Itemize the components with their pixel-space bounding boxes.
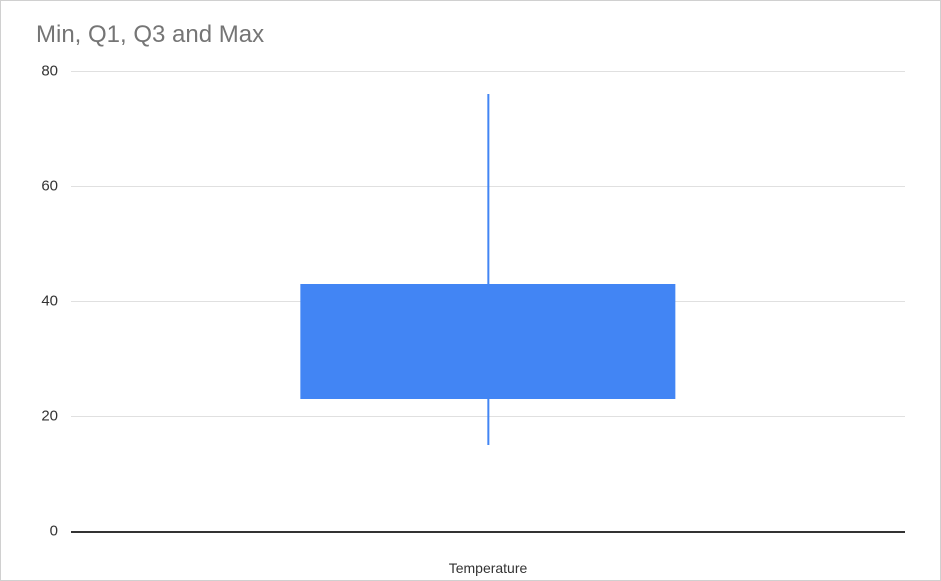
chart-container: Min, Q1, Q3 and Max 80 60 40 20 0 Temper…: [1, 1, 940, 580]
y-axis: 80 60 40 20 0: [31, 61, 66, 551]
y-tick-label: 40: [41, 293, 58, 310]
box: [300, 284, 675, 399]
chart-title: Min, Q1, Q3 and Max: [36, 21, 910, 49]
grid-area: Temperature: [71, 61, 905, 551]
y-tick-label: 80: [41, 62, 58, 79]
box-whisker: [300, 61, 675, 551]
y-tick-label: 0: [50, 523, 58, 540]
x-category-label: Temperature: [449, 560, 528, 576]
y-tick-label: 20: [41, 408, 58, 425]
plot-area: 80 60 40 20 0 Temperature: [31, 61, 910, 551]
y-tick-label: 60: [41, 177, 58, 194]
